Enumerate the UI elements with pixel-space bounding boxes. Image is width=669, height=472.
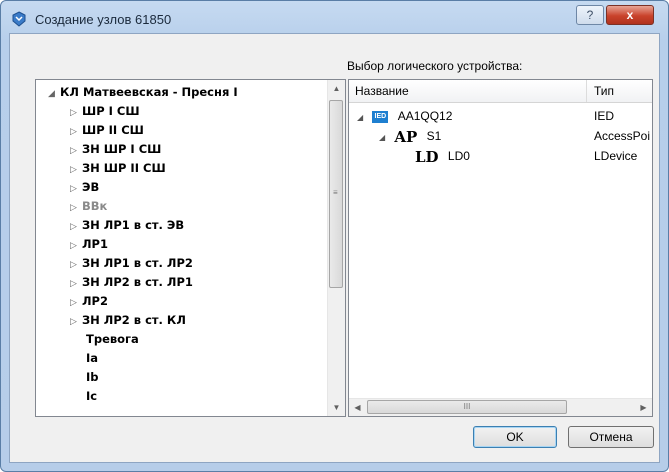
close-button[interactable]: x bbox=[606, 5, 654, 25]
tree-row-ldevice[interactable]: LD LD0 bbox=[415, 146, 470, 166]
logical-device-tree[interactable]: Название Тип ◢ IED AA1QQ12 IED ◢ AP S1 A… bbox=[348, 79, 653, 417]
help-button[interactable]: ? bbox=[576, 5, 604, 25]
access-point-type: AccessPoi bbox=[594, 129, 651, 143]
tree-item-label: ШР II СШ bbox=[82, 123, 144, 137]
horizontal-scroll-thumb[interactable]: III bbox=[367, 400, 567, 414]
ok-button[interactable]: OK bbox=[473, 426, 557, 448]
tree-item[interactable]: ▷ ЗН ЛР1 в ст. ЭВ bbox=[70, 216, 184, 235]
tree-item[interactable]: Ia bbox=[86, 349, 98, 368]
tree-item[interactable]: ▷ ЛР1 bbox=[70, 235, 108, 254]
tree-item-label: Тревога bbox=[86, 332, 139, 346]
tree-row-ied[interactable]: ◢ IED AA1QQ12 bbox=[357, 106, 452, 126]
scroll-thumb[interactable]: ≡ bbox=[329, 100, 343, 288]
dialog-window: Создание узлов 61850 ? x Выбор логическо… bbox=[0, 0, 669, 472]
tree-item-label: Ic bbox=[86, 389, 98, 403]
tree-item-label: ЛР1 bbox=[82, 237, 108, 251]
ldevice-type: LDevice bbox=[594, 149, 638, 163]
tree-item[interactable]: ▷ ШР II СШ bbox=[70, 121, 144, 140]
tree-item-label: ЗН ЛР2 в ст. КЛ bbox=[82, 313, 186, 327]
scroll-up-icon[interactable]: ▲ bbox=[328, 80, 345, 97]
tree-row-access-point[interactable]: ◢ AP S1 bbox=[379, 126, 441, 146]
title-bar[interactable]: Создание узлов 61850 ? x bbox=[1, 1, 668, 33]
tree-item[interactable]: Тревога bbox=[86, 330, 139, 349]
logical-device-label: Выбор логического устройства: bbox=[347, 59, 523, 73]
expanded-arrow-icon[interactable]: ◢ bbox=[379, 128, 391, 148]
tree-item-label: ЛР2 bbox=[82, 294, 108, 308]
ldevice-name: LD0 bbox=[447, 149, 470, 163]
access-point-name: S1 bbox=[426, 129, 442, 143]
object-tree[interactable]: ◢ КЛ Матвеевская - Пресня I ▷ ШР I СШ ▷ ШР II… bbox=[35, 79, 346, 417]
tree-item-label: ЗН ШР II СШ bbox=[82, 161, 166, 175]
access-point-icon: AP bbox=[394, 127, 418, 146]
column-header: Название Тип bbox=[349, 80, 652, 103]
expanded-arrow-icon[interactable]: ◢ bbox=[48, 85, 60, 104]
ied-type: IED bbox=[594, 109, 615, 123]
tree-item[interactable]: ▷ ЗН ЛР1 в ст. ЛР2 bbox=[70, 254, 193, 273]
tree-item[interactable]: ▷ ЗН ШР II СШ bbox=[70, 159, 166, 178]
column-name-header[interactable]: Название bbox=[355, 84, 409, 98]
tree-vertical-scrollbar[interactable]: ▲ ≡ ▼ bbox=[327, 80, 345, 416]
tree-item-label: ЗН ЛР1 в ст. ЭВ bbox=[82, 218, 185, 232]
tree-item[interactable]: ▷ ШР I СШ bbox=[70, 102, 140, 121]
tree-item-label: КЛ Матвеевская - Пресня I bbox=[60, 85, 238, 99]
tree-item-label: Ib bbox=[86, 370, 99, 384]
ldevice-icon: LD bbox=[415, 147, 439, 166]
tree-item[interactable]: ◢ КЛ Матвеевская - Пресня I bbox=[48, 83, 238, 102]
ied-icon: IED bbox=[372, 110, 389, 123]
tree-item[interactable]: ▷ ЗН ЛР2 в ст. ЛР1 bbox=[70, 273, 193, 292]
tree-item[interactable]: Ic bbox=[86, 387, 97, 406]
scroll-down-icon[interactable]: ▼ bbox=[328, 399, 345, 416]
tree-item[interactable]: ▷ ЗН ШР I СШ bbox=[70, 140, 161, 159]
tree-item-label: ШР I СШ bbox=[82, 104, 140, 118]
cancel-button[interactable]: Отмена bbox=[568, 426, 654, 448]
tree-item-label: ЭВ bbox=[82, 180, 100, 194]
tree-item[interactable]: ▷ ЗН ЛР2 в ст. КЛ bbox=[70, 311, 186, 330]
tree-item[interactable]: Ib bbox=[86, 368, 99, 387]
tree-item-label: Ia bbox=[86, 351, 99, 365]
collapsed-arrow-icon[interactable]: ▷ bbox=[70, 313, 82, 332]
tree-item-label: ЗН ЛР1 в ст. ЛР2 bbox=[82, 256, 193, 270]
window-title: Создание узлов 61850 bbox=[35, 12, 172, 27]
app-icon bbox=[12, 11, 26, 27]
expanded-arrow-icon[interactable]: ◢ bbox=[357, 108, 369, 128]
grip-icon: ≡ bbox=[333, 188, 338, 197]
tree-item-label: ЗН ШР I СШ bbox=[82, 142, 162, 156]
dialog-body: Выбор логического устройства: ◢ КЛ Матвее… bbox=[9, 33, 660, 463]
scroll-right-icon[interactable]: ▶ bbox=[635, 399, 652, 416]
tree-item[interactable]: ▷ ВВк bbox=[70, 197, 107, 216]
tree-item-label: ЗН ЛР2 в ст. ЛР1 bbox=[82, 275, 193, 289]
scroll-left-icon[interactable]: ◀ bbox=[349, 399, 366, 416]
tree-item-label: ВВк bbox=[82, 199, 108, 213]
column-separator[interactable] bbox=[586, 80, 587, 102]
horizontal-scrollbar[interactable]: ◀ III ▶ bbox=[349, 398, 652, 416]
tree-item[interactable]: ▷ ЛР2 bbox=[70, 292, 108, 311]
column-type-header[interactable]: Тип bbox=[594, 84, 614, 98]
ied-name: AA1QQ12 bbox=[397, 109, 453, 123]
tree-item[interactable]: ▷ ЭВ bbox=[70, 178, 99, 197]
